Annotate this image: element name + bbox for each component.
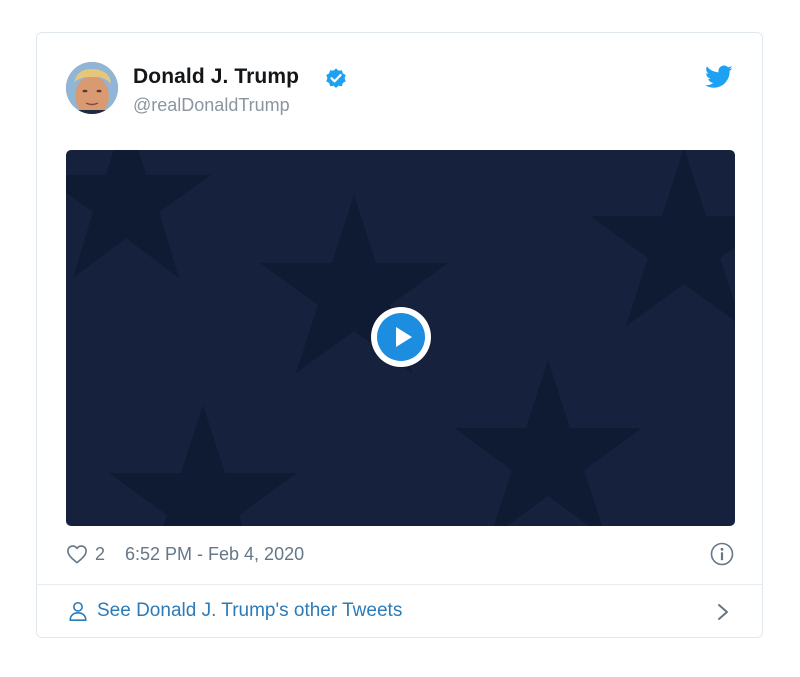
author-display-name[interactable]: Donald J. Trump xyxy=(133,65,299,89)
tweet-timestamp[interactable]: 6:52 PM - Feb 4, 2020 xyxy=(125,544,304,565)
like-count[interactable]: 2 xyxy=(95,544,105,565)
tweet-card[interactable]: Donald J. Trump @realDonaldTrump 2 6:52 … xyxy=(36,32,763,638)
author-handle[interactable]: @realDonaldTrump xyxy=(133,95,290,116)
info-icon[interactable] xyxy=(710,542,734,566)
chevron-right-icon[interactable] xyxy=(715,602,731,622)
footer-divider xyxy=(37,584,762,585)
tweet-meta: 2 6:52 PM - Feb 4, 2020 xyxy=(66,541,735,569)
play-button[interactable] xyxy=(371,307,431,367)
twitter-bird-icon[interactable] xyxy=(705,65,733,89)
verified-badge-icon xyxy=(326,68,346,88)
video-thumbnail[interactable] xyxy=(66,150,735,526)
other-tweets-label[interactable]: See Donald J. Trump's other Tweets xyxy=(97,600,402,622)
heart-icon[interactable] xyxy=(66,544,88,564)
avatar[interactable] xyxy=(66,62,118,114)
play-icon xyxy=(396,327,412,347)
person-icon xyxy=(69,601,87,621)
avatar-image xyxy=(66,62,118,114)
